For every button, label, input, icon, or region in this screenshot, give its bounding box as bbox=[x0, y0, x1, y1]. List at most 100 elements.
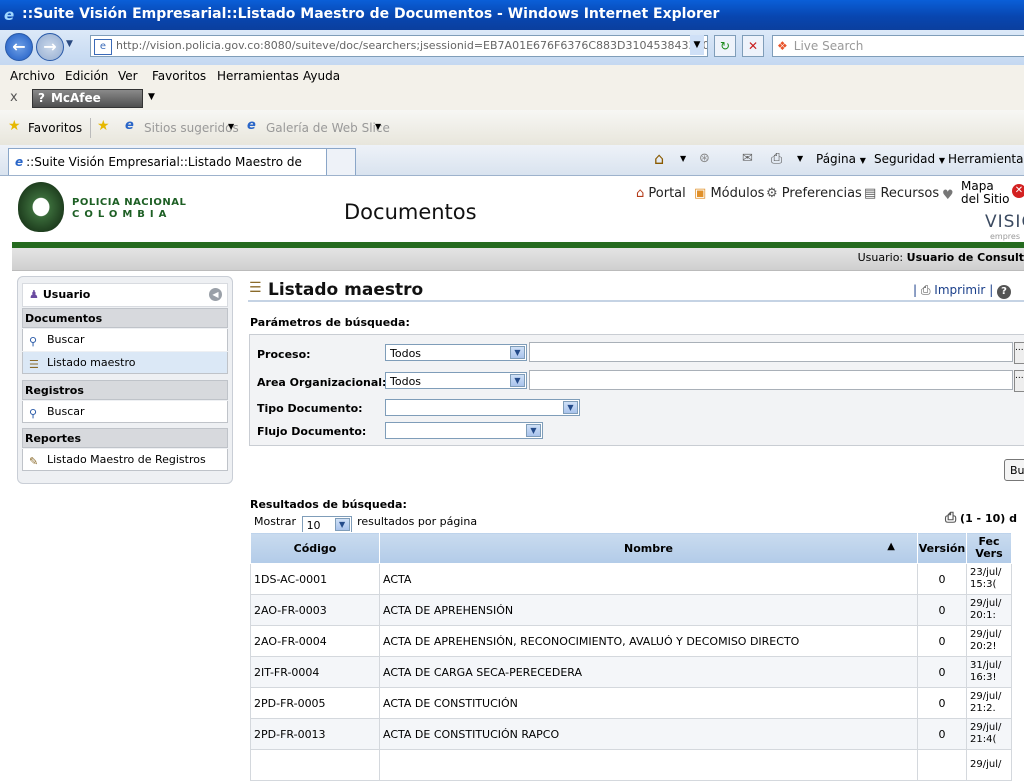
live-search-input[interactable]: ❖ Live Search bbox=[772, 35, 1024, 57]
cell-nombre: ACTA DE CONSTITUCIÓN bbox=[379, 687, 918, 719]
browser-tab-active[interactable]: e::Suite Visión Empresarial::Listado Mae… bbox=[8, 148, 328, 195]
export-icon[interactable]: ⎙ bbox=[945, 510, 956, 526]
cell-fecha: 31/jul/16:3! bbox=[966, 656, 1012, 688]
galeria-dropdown-icon[interactable]: ▼ bbox=[375, 122, 381, 131]
cell-nombre: ACTA DE APREHENSIÓN, RECONOCIMIENTO, AVA… bbox=[379, 625, 918, 657]
listado-icon: ☰ bbox=[249, 280, 262, 296]
galeria-web-slice-link[interactable]: Galería de Web Slice bbox=[266, 121, 390, 135]
new-tab-button[interactable] bbox=[326, 148, 356, 175]
window-title: ::Suite Visión Empresarial::Listado Maes… bbox=[22, 6, 720, 22]
seguridad-menu[interactable]: Seguridad ▼ bbox=[874, 152, 945, 166]
address-dropdown-icon[interactable]: ▼ bbox=[690, 35, 704, 55]
cell-fecha-time: 21:4( bbox=[970, 734, 997, 745]
buscar-button[interactable]: Buscar bbox=[1004, 459, 1024, 481]
area-select[interactable]: Todos ▼ bbox=[385, 372, 527, 389]
tipo-documento-select[interactable]: ▼ bbox=[385, 399, 580, 416]
menu-ver[interactable]: Ver bbox=[118, 69, 138, 83]
mcafee-button[interactable]: ? McAfee bbox=[32, 89, 143, 108]
sidebar-section-reportes: Reportes bbox=[22, 428, 228, 448]
page-icon: e bbox=[94, 39, 112, 55]
print-link[interactable]: | ⎙ Imprimir | ? bbox=[913, 283, 1012, 299]
sidebar-item-registros-buscar[interactable]: ⚲ Buscar bbox=[22, 401, 228, 423]
menu-ayuda[interactable]: Ayuda bbox=[303, 69, 340, 83]
sidebar-item-listado-maestro[interactable]: ☰ Listado maestro bbox=[22, 352, 228, 374]
col-version[interactable]: Versión bbox=[917, 532, 967, 564]
col-codigo[interactable]: Código bbox=[250, 532, 380, 564]
forward-button[interactable]: → bbox=[36, 33, 64, 61]
favorites-button[interactable]: Favoritos bbox=[28, 121, 82, 135]
menu-archivo[interactable]: Archivo bbox=[10, 69, 55, 83]
menu-bar: Archivo Edición Ver Favoritos Herramient… bbox=[0, 65, 1024, 88]
cell-version: 0 bbox=[917, 594, 967, 626]
proceso-select[interactable]: Todos ▼ bbox=[385, 344, 527, 361]
help-icon[interactable]: ? bbox=[997, 285, 1012, 299]
mail-icon[interactable]: ✉ bbox=[742, 151, 753, 166]
mcafee-dropdown-icon[interactable]: ▼ bbox=[148, 92, 155, 102]
mcafee-toolbar: x ? McAfee ▼ bbox=[0, 87, 1024, 111]
home-icon[interactable]: ⌂ bbox=[654, 149, 664, 168]
favorites-star-icon: ★ bbox=[8, 118, 21, 134]
modulos-link[interactable]: ▣ Módulos bbox=[694, 186, 764, 201]
proceso-text[interactable] bbox=[529, 342, 1013, 362]
feeds-icon[interactable]: ⊛ bbox=[699, 151, 710, 166]
cell-codigo: 1DS-AC-0001 bbox=[250, 563, 380, 595]
sidebar-item-listado-maestro-registros[interactable]: ✎ Listado Maestro de Registros bbox=[22, 449, 228, 471]
cell-fecha-time: 15:3( bbox=[970, 579, 997, 590]
resources-icon: ▤ bbox=[864, 186, 877, 201]
table-row[interactable]: 2PD-FR-0005 ACTA DE CONSTITUCIÓN 0 29/jul/2… bbox=[250, 687, 1012, 719]
table-row[interactable]: 2AO-FR-0003 ACTA DE APREHENSIÓN 0 29/jul/20… bbox=[250, 594, 1012, 626]
cell-fecha-date: 29/jul/ bbox=[970, 759, 1002, 770]
portal-link[interactable]: ⌂ Portal bbox=[636, 186, 686, 201]
modules-icon: ▣ bbox=[694, 186, 707, 201]
mapa-del-sitio-link[interactable]: Mapa del Sitio bbox=[961, 180, 1009, 206]
refresh-button[interactable]: ↻ bbox=[714, 35, 736, 57]
table-row[interactable]: 2IT-FR-0004 ACTA DE CARGA SECA-PERECEDERA… bbox=[250, 656, 1012, 688]
address-input[interactable]: e http://vision.policia.gov.co:8080/suite… bbox=[90, 35, 708, 57]
pagina-dropdown-icon: ▼ bbox=[859, 156, 866, 165]
add-favorite-icon[interactable]: ★ bbox=[97, 118, 110, 134]
cell-fecha: 23/jul/15:3( bbox=[966, 563, 1012, 595]
flujo-documento-select[interactable]: ▼ bbox=[385, 422, 543, 439]
home-dropdown-icon[interactable]: ▼ bbox=[680, 154, 686, 163]
sidebar-item-documentos-buscar[interactable]: ⚲ Buscar bbox=[22, 329, 228, 351]
report-icon: ✎ bbox=[29, 455, 39, 468]
cell-nombre: ACTA DE APREHENSIÓN bbox=[379, 594, 918, 626]
recursos-link[interactable]: ▤ Recursos bbox=[864, 186, 939, 201]
menu-herramientas[interactable]: Herramientas bbox=[217, 69, 299, 83]
print-icon[interactable]: ⎙ bbox=[771, 151, 782, 167]
col-fecha-version[interactable]: Fec Vers bbox=[966, 532, 1012, 564]
stop-button[interactable]: ✕ bbox=[742, 35, 764, 57]
vision-brand-sub: empres bbox=[990, 232, 1020, 241]
col-fecha-line-2: Vers bbox=[975, 547, 1003, 560]
preferencias-link[interactable]: ⚙ Preferencias bbox=[766, 186, 862, 201]
page-size-select[interactable]: 10 ▼ bbox=[301, 516, 352, 533]
table-row[interactable]: 2AO-FR-0004 ACTA DE APREHENSIÓN, RECONOCI… bbox=[250, 625, 1012, 657]
menu-favoritos[interactable]: Favoritos bbox=[152, 69, 206, 83]
galeria-ie-icon: e bbox=[247, 118, 256, 133]
sidebar-user[interactable]: ♟ Usuario ◀ bbox=[22, 283, 228, 307]
area-text[interactable] bbox=[529, 370, 1013, 390]
menu-edicion[interactable]: Edición bbox=[65, 69, 108, 83]
print-dropdown-icon[interactable]: ▼ bbox=[797, 154, 803, 163]
records-search-icon: ⚲ bbox=[29, 407, 38, 420]
back-button[interactable]: ← bbox=[5, 33, 33, 61]
pagina-menu[interactable]: Página ▼ bbox=[816, 152, 866, 166]
table-header-row: Código Nombre ▲ Versión Fec Vers bbox=[250, 532, 1012, 564]
sitios-dropdown-icon[interactable]: ▼ bbox=[228, 122, 234, 131]
mapa-line-2: del Sitio bbox=[961, 192, 1010, 206]
sitios-sugeridos-link[interactable]: Sitios sugeridos bbox=[144, 121, 239, 135]
area-browse-button[interactable]: ... bbox=[1014, 370, 1024, 392]
cell-nombre: ACTA bbox=[379, 563, 918, 595]
logout-icon[interactable]: ✕ bbox=[1012, 184, 1024, 198]
table-row[interactable]: 1DS-AC-0001 ACTA 0 23/jul/15:3( bbox=[250, 563, 1012, 595]
col-nombre[interactable]: Nombre ▲ bbox=[379, 532, 918, 564]
proceso-browse-button[interactable]: ... bbox=[1014, 342, 1024, 364]
page-title: Listado maestro bbox=[268, 280, 424, 300]
table-row[interactable]: 29/jul/ bbox=[250, 749, 1012, 781]
mcafee-close-button[interactable]: x bbox=[10, 90, 18, 105]
table-row[interactable]: 2PD-FR-0013 ACTA DE CONSTITUCIÓN RAPCO 0 29… bbox=[250, 718, 1012, 750]
search-params-box: Proceso: Todos ▼ ... Area Organizacional:… bbox=[249, 334, 1024, 446]
herramientas-menu[interactable]: Herramientas ▼ bbox=[948, 152, 1024, 166]
recent-pages-dropdown-icon[interactable]: ▼ bbox=[66, 39, 73, 49]
collapse-sidebar-icon[interactable]: ◀ bbox=[209, 288, 222, 301]
